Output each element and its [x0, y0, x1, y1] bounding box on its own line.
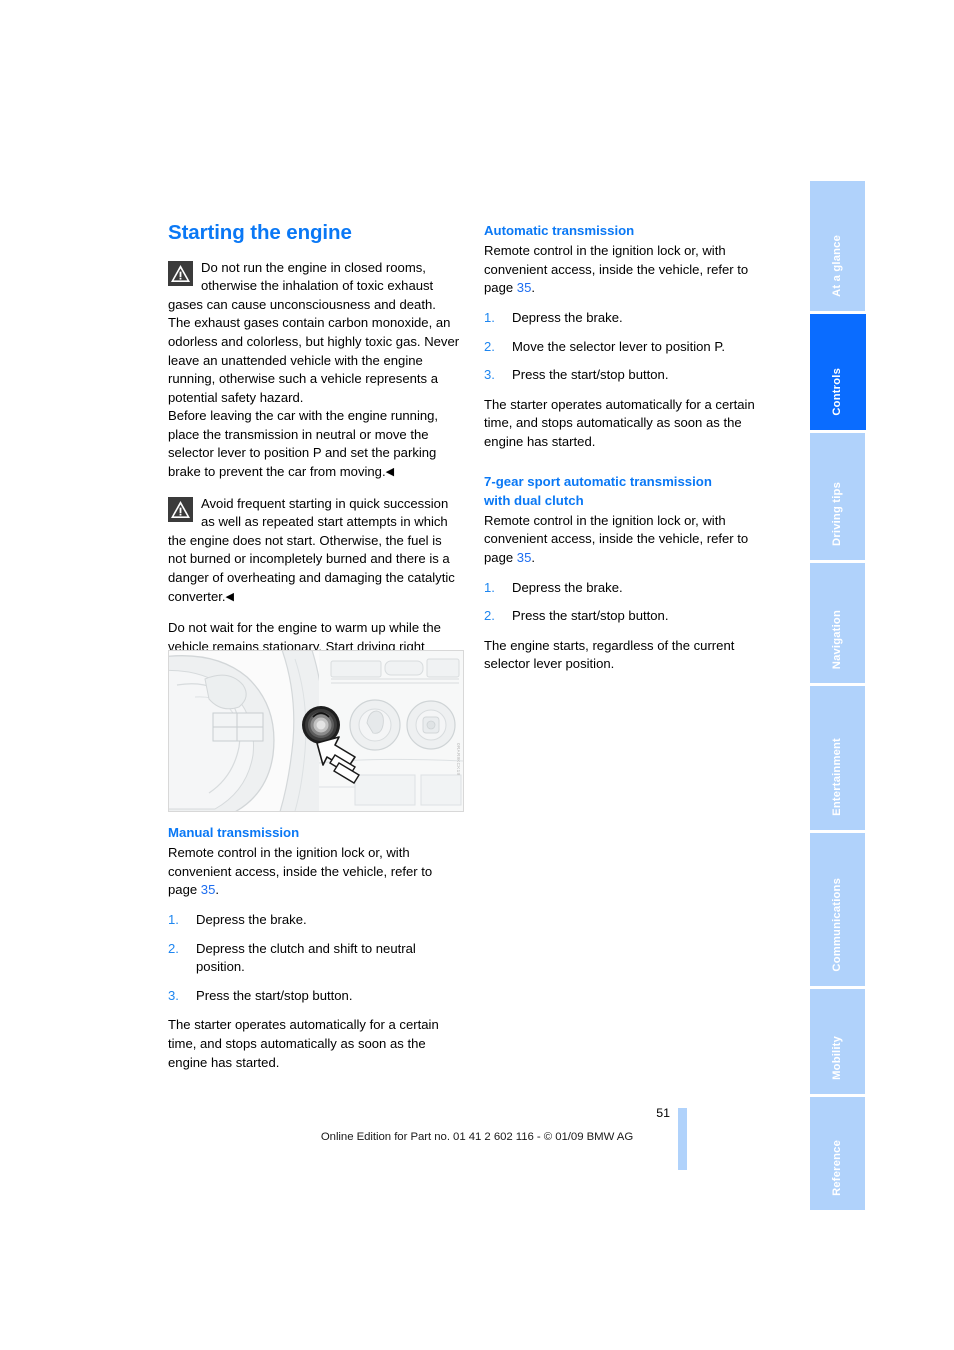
- list-item: 2. Depress the clutch and shift to neutra…: [168, 940, 460, 977]
- step-number: 3.: [484, 367, 495, 383]
- manual-page: Starting the engine Do not run the engin…: [0, 0, 954, 1350]
- sport-automatic-intro: Remote control in the ignition lock or, …: [484, 512, 776, 568]
- step-number: 3.: [168, 987, 179, 1003]
- step-text: Depress the brake.: [512, 579, 623, 595]
- chapter-tab-communications[interactable]: Communications: [810, 833, 865, 986]
- step-text: Press the start/stop button.: [196, 987, 353, 1003]
- automatic-transmission-title: Automatic transmission: [484, 223, 635, 238]
- sport-automatic-closing: The engine starts, regardless of the cur…: [484, 637, 735, 672]
- list-item: 3. Press the start/stop button.: [484, 366, 776, 385]
- intro-text-tail: .: [215, 882, 219, 898]
- warning-triangle-icon: [168, 260, 193, 286]
- chapter-tab-navigation[interactable]: Navigation: [810, 563, 865, 683]
- chapter-tab-label: Driving tips: [830, 482, 843, 546]
- warning-block-2: Avoid frequent starting in quick success…: [168, 495, 460, 607]
- step-number: 1.: [484, 309, 495, 325]
- sport-automatic-steps: 1. Depress the brake. 2. Press the start/s…: [484, 579, 776, 626]
- list-item: 1. Depress the brake.: [484, 309, 776, 328]
- chapter-tab-at-a-glance[interactable]: At a glance: [810, 181, 865, 311]
- warning-1-text-2: Before leaving the car with the engine r…: [168, 408, 439, 480]
- step-text: Move the selector lever to position P.: [512, 338, 726, 354]
- list-item: 1. Depress the brake.: [168, 911, 460, 930]
- manual-transmission-steps: 1. Depress the brake. 2. Depress the clutc…: [168, 911, 460, 1005]
- chapter-tab-label: At a glance: [830, 235, 843, 297]
- warning-1-end-marker: ◀: [385, 466, 395, 479]
- sport-automatic-title-line2: with dual clutch: [484, 492, 584, 508]
- intro-text-tail: .: [531, 550, 535, 565]
- warning-block-1: Do not run the engine in closed rooms, o…: [168, 259, 460, 482]
- warning-2-end-marker: ◀: [225, 590, 234, 603]
- step-number: 1.: [484, 579, 495, 595]
- page-title: Starting the engine: [168, 221, 352, 244]
- list-item: 3. Press the start/stop button.: [168, 987, 460, 1006]
- step-text: Depress the clutch and shift to neutral …: [196, 940, 416, 975]
- manual-transmission-intro: Remote control in the ignition lock or, …: [168, 844, 460, 900]
- chapter-tab-label: Mobility: [830, 1036, 843, 1080]
- chapter-tab-label: Controls: [831, 368, 843, 416]
- figure-code-label: 0RAR9KCK19: [456, 743, 461, 776]
- automatic-transmission-intro: Remote control in the ignition lock or, …: [484, 242, 776, 298]
- step-number: 2.: [168, 940, 179, 956]
- warning-triangle-icon: [168, 496, 193, 522]
- page-reference-link[interactable]: 35: [517, 280, 532, 295]
- step-number: 1.: [168, 911, 179, 927]
- step-number: 2.: [484, 608, 495, 624]
- start-stop-button-figure: 0RAR9KCK19: [168, 650, 464, 812]
- right-column: Automatic transmission Remote control in…: [484, 222, 776, 674]
- list-item: 1. Depress the brake.: [484, 579, 776, 598]
- footer-note: Online Edition for Part no. 01 41 2 602 …: [320, 1131, 634, 1143]
- footer-accent-bar: [678, 1108, 687, 1170]
- step-text: Press the start/stop button.: [512, 608, 669, 624]
- step-text: Depress the brake.: [196, 911, 307, 927]
- list-item: 2. Press the start/stop button.: [484, 607, 776, 626]
- chapter-tab-label: Communications: [830, 878, 843, 972]
- chapter-tab-label: Reference: [830, 1140, 843, 1196]
- chapter-tab-label: Navigation: [830, 609, 843, 669]
- chapter-tab-reference[interactable]: Reference: [810, 1097, 865, 1210]
- page-reference-link[interactable]: 35: [517, 550, 532, 565]
- left-column: Starting the engine Do not run the engin…: [168, 221, 460, 675]
- manual-transmission-section: Manual transmission Remote control in th…: [168, 824, 460, 1072]
- dashboard-illustration: [169, 651, 463, 811]
- manual-transmission-closing: The starter operates automatically for a…: [168, 1017, 439, 1070]
- warning-2-text: Avoid frequent starting in quick success…: [168, 495, 455, 604]
- automatic-transmission-closing: The starter operates automatically for a…: [484, 396, 755, 449]
- warning-1-text: Do not run the engine in closed rooms, o…: [168, 259, 460, 405]
- manual-transmission-title: Manual transmission: [168, 825, 300, 840]
- chapter-tab-mobility[interactable]: Mobility: [810, 989, 865, 1094]
- intro-text-tail: .: [531, 280, 535, 296]
- automatic-transmission-steps: 1. Depress the brake. 2. Move the selector…: [484, 309, 776, 385]
- chapter-tab-rail: At a glance Controls Driving tips Navigatio…: [810, 181, 866, 1213]
- sport-automatic-title-line1: 7-gear sport automatic transmission: [484, 473, 712, 489]
- page-reference-link[interactable]: 35: [201, 882, 216, 897]
- chapter-tab-controls[interactable]: Controls: [810, 314, 866, 430]
- page-number: 51: [656, 1106, 670, 1120]
- chapter-tab-driving-tips[interactable]: Driving tips: [810, 433, 865, 560]
- chapter-tab-entertainment[interactable]: Entertainment: [810, 686, 865, 830]
- step-text: Press the start/stop button.: [512, 367, 669, 383]
- step-text: Depress the brake.: [512, 309, 623, 325]
- chapter-tab-label: Entertainment: [830, 738, 843, 816]
- step-number: 2.: [484, 338, 495, 354]
- list-item: 2. Move the selector lever to position P.: [484, 338, 776, 357]
